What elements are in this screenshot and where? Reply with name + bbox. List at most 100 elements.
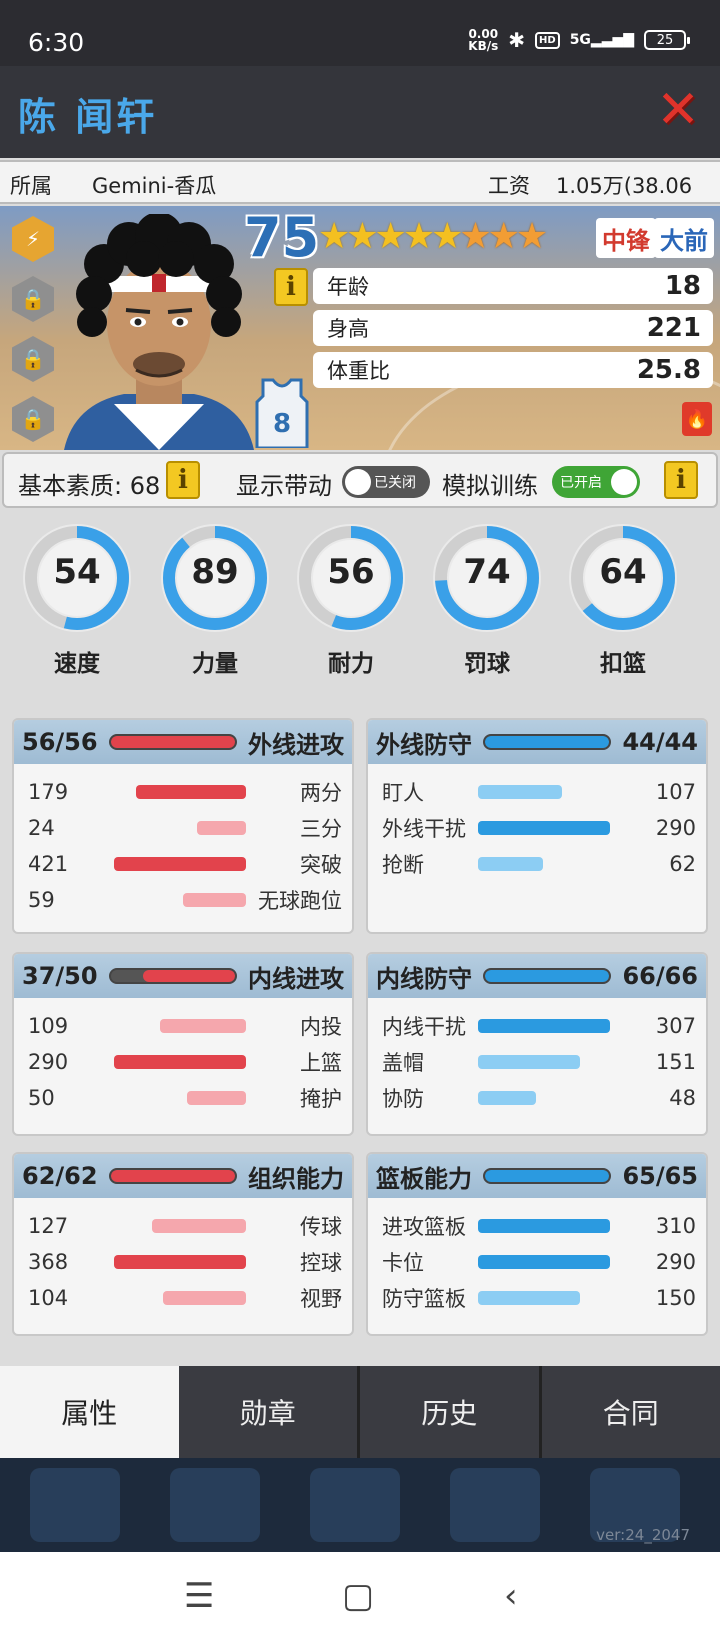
rebounding-box: 篮板能力 65/65 进攻篮板 310 卡位 290 防守篮板 150 [366, 1152, 708, 1336]
stat-label: 三分 [300, 817, 342, 841]
stat-row: 50 掩护 [28, 1080, 342, 1116]
box-total-bar [483, 1168, 612, 1184]
stat-bar [163, 1291, 246, 1305]
stat-value: 421 [28, 852, 69, 876]
stat-row: 内线干扰 307 [382, 1008, 696, 1044]
stat-value: 104 [28, 1286, 69, 1310]
gauge-value: 54 [53, 552, 101, 592]
stat-row: 421 突破 [28, 846, 342, 882]
tab-contract[interactable]: 合同 [541, 1366, 720, 1458]
player-panel: 所属 Gemini-香瓜 工资 1.05万(38.06万) ⚡ 🔒 🔒 🔒 [0, 158, 720, 1458]
box-title: 外线进攻 [248, 730, 344, 759]
training-info-button[interactable]: i [664, 461, 698, 499]
stat-row: 127 传球 [28, 1208, 342, 1244]
menu-icon[interactable]: ☰ [184, 1576, 214, 1616]
hd-icon: HD [535, 31, 560, 49]
back-icon[interactable]: ‹ [504, 1576, 518, 1616]
stat-row: 59 无球跑位 [28, 882, 342, 918]
box-header: 篮板能力 65/65 [368, 1154, 706, 1198]
attr-weight-ratio: 体重比 25.8 [313, 352, 713, 388]
gauge-value: 56 [327, 552, 375, 592]
stat-value: 179 [28, 780, 69, 804]
stat-value: 290 [28, 1050, 69, 1074]
tab-badges[interactable]: 勋章 [178, 1366, 360, 1458]
stat-value: 62 [669, 852, 696, 876]
show-drive-toggle[interactable]: 已关闭 [342, 466, 430, 498]
attr-age: 年龄 18 [313, 268, 713, 304]
dock-icon [30, 1468, 120, 1542]
sim-training-label: 模拟训练 [442, 472, 538, 500]
attr-height: 身高 221 [313, 310, 713, 346]
box-score: 37/50 [22, 962, 98, 990]
info-icon: i [676, 465, 686, 495]
stat-bar [478, 1019, 610, 1033]
box-total-bar [108, 734, 237, 750]
player-avatar [64, 214, 254, 450]
badge-slots: ⚡ 🔒 🔒 🔒 [12, 216, 54, 442]
stat-row: 368 控球 [28, 1244, 342, 1280]
locked-badge-slot[interactable]: 🔒 [12, 276, 54, 322]
gauge-2: 56 耐力 [292, 522, 410, 678]
stat-value: 290 [655, 816, 696, 840]
system-nav-bar: ☰ ▢ ‹ [0, 1552, 720, 1640]
stat-row: 盖帽 151 [382, 1044, 696, 1080]
box-total-bar [108, 968, 237, 984]
tab-attributes[interactable]: 属性 [0, 1366, 179, 1458]
position-tag-pf: 大前 [654, 218, 714, 258]
battery-icon: 25 [644, 30, 690, 50]
stat-value: 59 [28, 888, 55, 912]
jersey-icon: 8 [255, 378, 309, 448]
lock-icon: 🔒 [20, 347, 46, 371]
locked-badge-slot[interactable]: 🔒 [12, 336, 54, 382]
outside-defense-box: 外线防守 44/44 盯人 107 外线干扰 290 抢断 62 [366, 718, 708, 934]
net-speed: 0.00 KB/s [468, 27, 499, 53]
box-score: 66/66 [622, 962, 698, 990]
close-button[interactable]: ✕ [654, 80, 702, 140]
dock-icon [450, 1468, 540, 1542]
box-header: 62/62 组织能力 [14, 1154, 352, 1198]
stat-value: 290 [655, 1250, 696, 1274]
team-name: Gemini-香瓜 [92, 174, 217, 198]
close-icon: ✕ [656, 80, 700, 140]
tab-history[interactable]: 历史 [360, 1366, 542, 1458]
info-button[interactable]: i [274, 268, 308, 306]
stat-label: 协防 [382, 1087, 424, 1111]
box-total-bar [483, 968, 612, 984]
info-icon: i [178, 465, 188, 495]
toggle-knob [345, 469, 371, 495]
locked-badge-slot[interactable]: 🔒 [12, 396, 54, 442]
stat-label: 盖帽 [382, 1051, 424, 1075]
home-icon[interactable]: ▢ [342, 1576, 374, 1616]
box-title: 外线防守 [376, 730, 472, 759]
toggle-bar: 基本素质: 68 i 显示带动 已关闭 模拟训练 已开启 i [2, 452, 718, 508]
stat-bar [478, 785, 562, 799]
jersey-number: 8 [273, 409, 291, 439]
lock-icon: 🔒 [20, 287, 46, 311]
stat-row: 24 三分 [28, 810, 342, 846]
gauge-value: 74 [463, 552, 511, 592]
stat-label: 卡位 [382, 1251, 424, 1275]
box-title: 内线进攻 [248, 964, 344, 993]
stat-label: 进攻篮板 [382, 1215, 466, 1239]
stat-value: 50 [28, 1086, 55, 1110]
sim-training-toggle[interactable]: 已开启 [552, 466, 640, 498]
stat-label: 外线干扰 [382, 817, 466, 841]
game-dock-background: ver:24_2047 [0, 1458, 720, 1552]
stat-label: 内投 [300, 1015, 342, 1039]
player-name: 陈 闻轩 [18, 95, 158, 139]
base-info-button[interactable]: i [166, 461, 200, 499]
overall-rating: 75 [244, 206, 320, 269]
stat-row: 109 内投 [28, 1008, 342, 1044]
skill-badge-slot[interactable]: ⚡ [12, 216, 54, 262]
stat-bar [478, 1255, 610, 1269]
team-label: 所属 [10, 174, 52, 198]
stat-value: 107 [655, 780, 696, 804]
gauge-label: 耐力 [328, 651, 374, 677]
stat-value: 310 [655, 1214, 696, 1238]
stat-bar [114, 857, 246, 871]
outside-offense-box: 56/56 外线进攻 179 两分 24 三分 421 突破 59 无球跑位 [12, 718, 354, 934]
ability-gauges: 54 速度 89 力量 56 耐力 74 罚球 64 扣篮 [0, 522, 720, 682]
fire-icon[interactable]: 🔥 [682, 402, 712, 436]
box-score: 44/44 [622, 728, 698, 756]
stat-bar [197, 821, 246, 835]
